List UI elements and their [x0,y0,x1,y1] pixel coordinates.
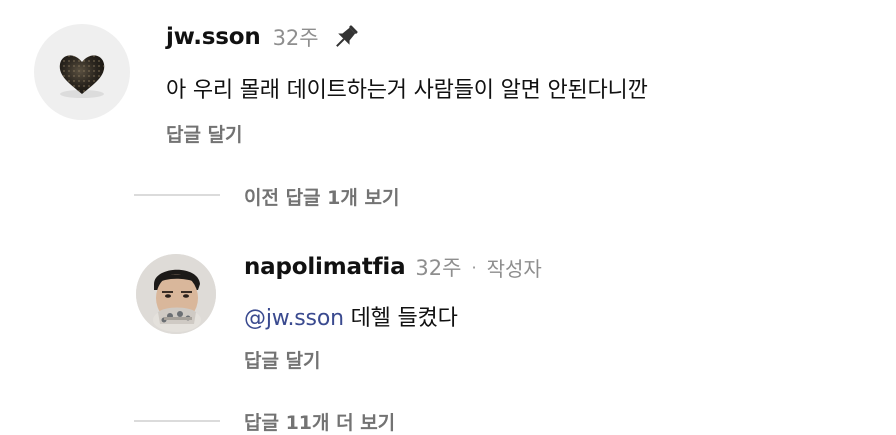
meta-separator: · [471,257,477,277]
reply-body: 데헬 들켰다 [350,306,458,331]
pin-icon [329,20,363,54]
mention-username: jw.sson [265,306,344,331]
avatar-jw-sson[interactable] [34,24,130,120]
reply-header: napolimatfia 32주 · 작성자 [244,252,542,282]
profile-photo-image [136,254,216,334]
reply-username[interactable]: napolimatfia [244,254,406,280]
reply-time: 32주 [415,256,462,280]
heart-avatar-image [59,55,105,98]
avatar-napolimatfia[interactable] [136,254,216,334]
comment-text: 아 우리 몰래 데이트하는거 사람들이 알면 안된다니깐 [166,78,648,103]
more-replies-divider-line [134,420,220,422]
comment-time: 32주 [272,26,319,50]
reply-text: @jw.sson 데헬 들켰다 [244,300,458,332]
replies-divider-line [134,194,220,196]
reply-button[interactable]: 답글 달기 [166,120,243,147]
author-badge: 작성자 [486,256,542,281]
mention-at-symbol: @ [244,306,266,331]
mention-link[interactable]: @jw.sson [244,306,344,331]
comment-username[interactable]: jw.sson [166,24,261,50]
reply-to-reply-button[interactable]: 답글 달기 [244,346,321,373]
view-previous-replies-button[interactable]: 이전 답글 1개 보기 [244,183,399,210]
comment-header: jw.sson 32주 [166,20,363,54]
view-more-replies-button[interactable]: 답글 11개 더 보기 [244,408,395,435]
